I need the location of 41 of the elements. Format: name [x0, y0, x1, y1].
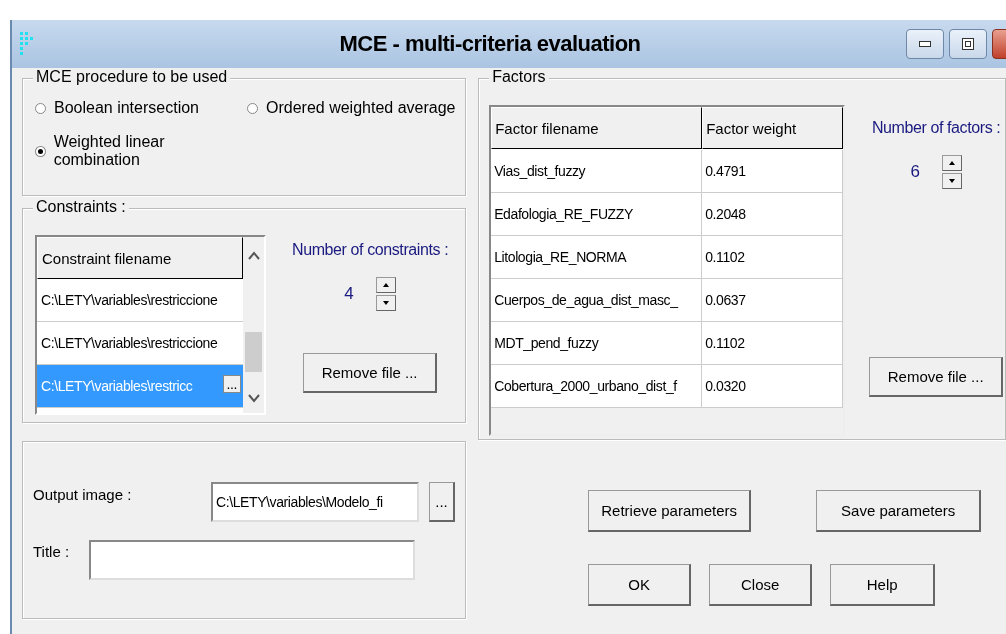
field-label: Output image : — [33, 485, 133, 503]
dialog-button[interactable]: Save parameters — [816, 490, 982, 532]
file-path: C:\LETY\variables\restricc — [41, 378, 193, 394]
table-cell[interactable]: 0.0320 — [702, 365, 844, 408]
list-row[interactable]: C:\LETY\variables\restricc ... — [37, 365, 243, 408]
radio-option[interactable]: Boolean intersection — [35, 99, 247, 117]
dialog-button[interactable]: OK — [588, 564, 692, 606]
dialog-button[interactable]: Retrieve parameters — [588, 490, 752, 532]
table-cell[interactable]: 0.0637 — [702, 279, 844, 322]
table-cell: MDT_pend_fuzzy — [491, 322, 703, 365]
table-cell[interactable]: 0.1102 — [702, 322, 844, 365]
count-label: Number of factors : — [871, 119, 1001, 137]
radio-option[interactable]: Weighted linear combination — [35, 133, 247, 169]
count-label: Number of constraints : — [292, 241, 449, 259]
browse-button[interactable]: ... — [429, 482, 455, 522]
column-header[interactable]: Factor filename — [491, 107, 703, 149]
table-cell[interactable]: 0.1102 — [702, 236, 844, 279]
file-path: C:\LETY\variables\restriccione — [41, 292, 218, 308]
table-cell[interactable]: 0.4791 — [702, 150, 844, 193]
column-header[interactable]: Factor weight — [702, 107, 844, 149]
table-cell: Edafologia_RE_FUZZY — [491, 193, 703, 236]
table-cell[interactable]: 0.2048 — [702, 193, 844, 236]
remove-file-button[interactable]: Remove file ... — [869, 357, 1004, 397]
table-cell: Vias_dist_fuzzy — [491, 150, 703, 193]
table-cell: Cobertura_2000_urbano_dist_f — [491, 365, 703, 408]
field-label: Title : — [33, 542, 71, 560]
remove-file-button[interactable]: Remove file ... — [303, 353, 438, 393]
count-value: 6 — [910, 162, 920, 182]
table-cell: Litologia_RE_NORMA — [491, 236, 703, 279]
radio-label: Weighted linear combination — [53, 133, 166, 169]
window-title: MCE - multi-criteria evaluation — [338, 31, 642, 57]
output-image-field[interactable]: C:\LETY\variables\Modelo_fi — [211, 482, 419, 522]
radio-label: Boolean intersection — [54, 99, 199, 117]
count-value: 4 — [344, 284, 354, 304]
browse-button[interactable]: ... — [222, 375, 241, 393]
dialog-button[interactable]: Help — [830, 564, 936, 606]
table-cell: Cuerpos_de_agua_dist_masc_ — [491, 279, 703, 322]
dialog-button[interactable]: Close — [709, 564, 813, 606]
column-header[interactable]: Constraint filename — [37, 237, 243, 279]
file-path: C:\LETY\variables\restriccione — [41, 335, 218, 351]
group-label: MCE procedure to be used — [33, 68, 231, 86]
